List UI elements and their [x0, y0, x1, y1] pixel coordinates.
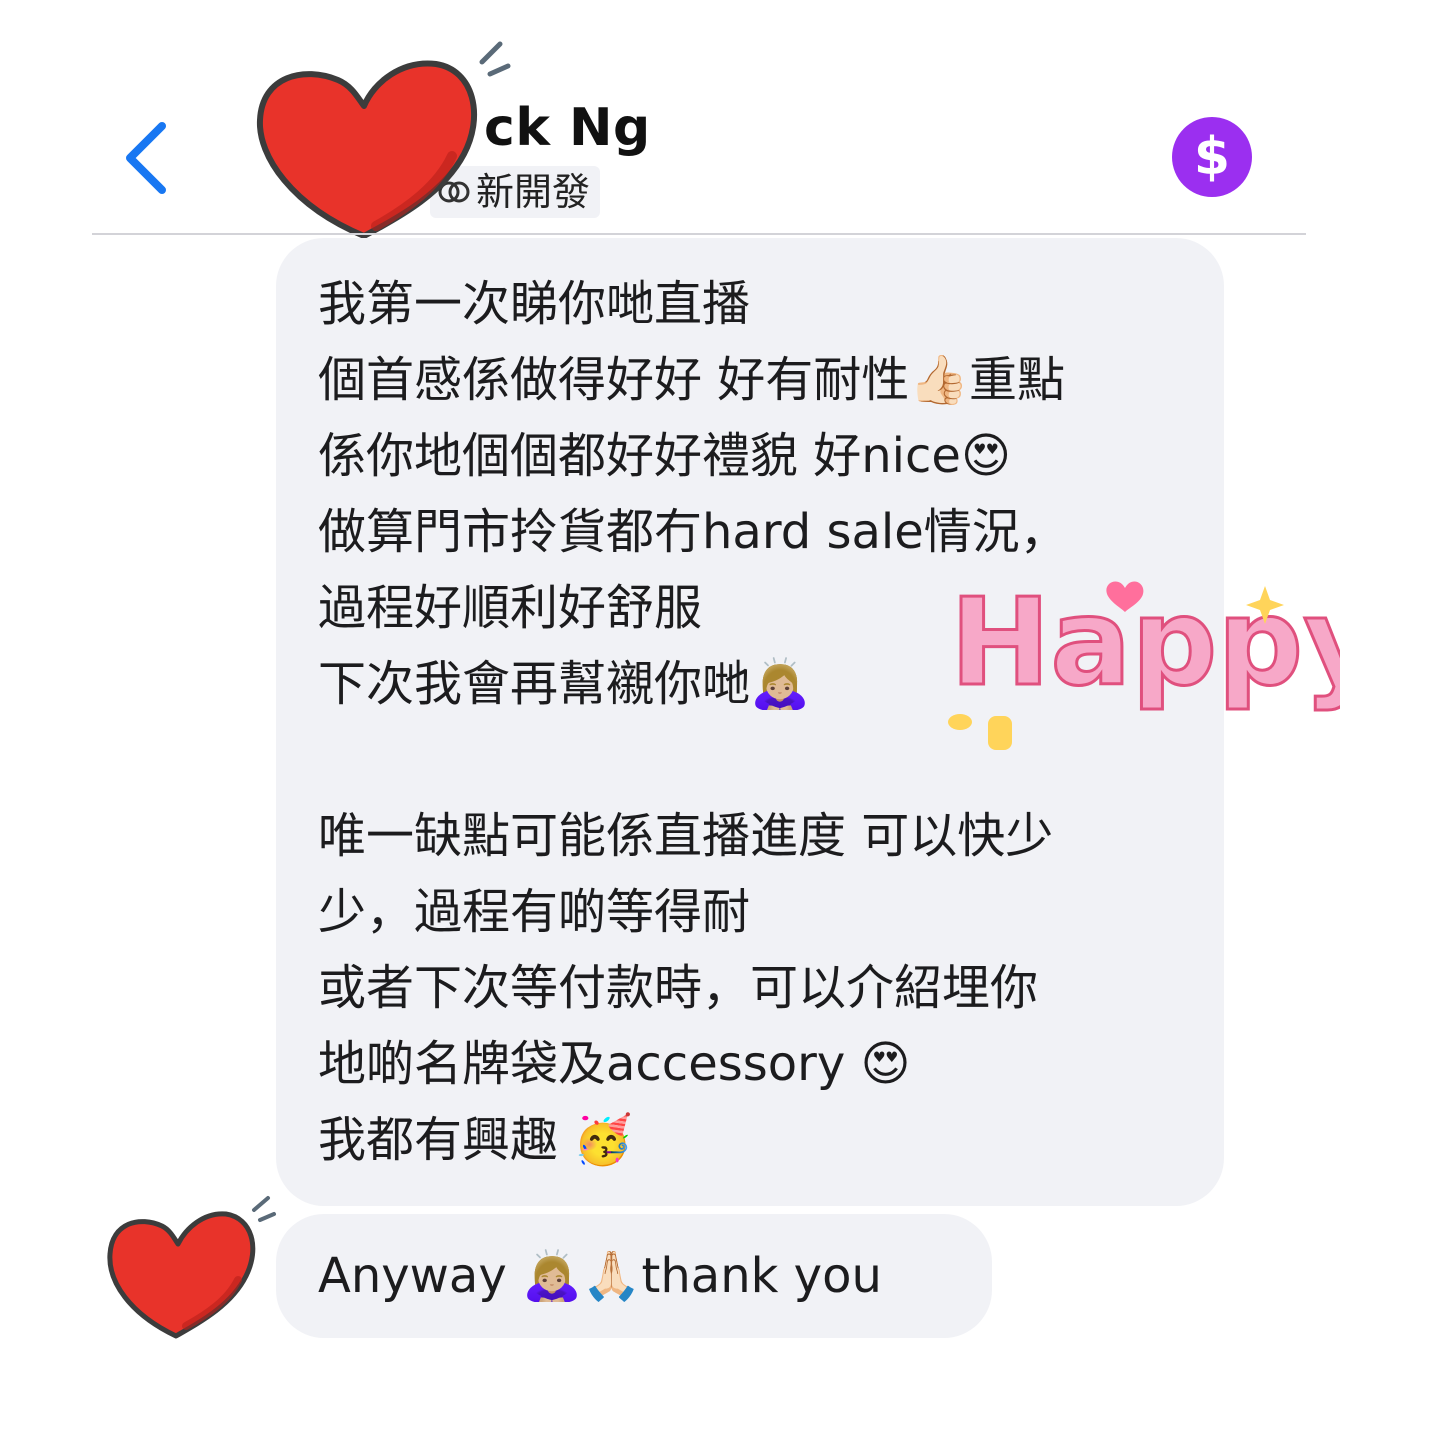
happy-sticker-text: Happy [950, 574, 1340, 713]
heart-sticker-small-icon [107, 1196, 276, 1339]
message-line: 係你地個個都好好禮貌 好nice😍 [318, 428, 1011, 484]
message-line: 我第一次睇你哋直播 [318, 276, 751, 332]
back-chevron-icon[interactable] [118, 118, 178, 198]
message-line: 個首感係做得好好 好有耐性👍🏻重點 [318, 352, 1066, 408]
reply-text: Anyway 🙇🏼‍♀️🙏🏻thank you [318, 1248, 882, 1304]
message-line: 做算門市拎貨都冇hard sale情況， [318, 504, 1068, 560]
message-line: 地啲名牌袋及accessory 😍 [318, 1036, 911, 1092]
message-line: 我都有興趣 🥳 [318, 1112, 634, 1168]
message-line: 或者下次等付款時，可以介紹埋你 [318, 960, 1039, 1016]
message-line: 唯一缺點可能係直播進度 可以快少 [318, 808, 1054, 864]
payment-button[interactable]: $ [1172, 117, 1252, 197]
chat-header: ck Ng 新開發 $ [0, 0, 1444, 239]
happy-sticker: Happy [948, 573, 1340, 750]
dollar-icon: $ [1193, 127, 1231, 187]
message-line: 少，過程有啲等得耐 [318, 884, 751, 940]
header-divider [92, 233, 1306, 235]
message-bubble-reply[interactable]: Anyway 🙇🏼‍♀️🙏🏻thank you [276, 1214, 992, 1338]
heart-sticker-icon [256, 41, 511, 239]
